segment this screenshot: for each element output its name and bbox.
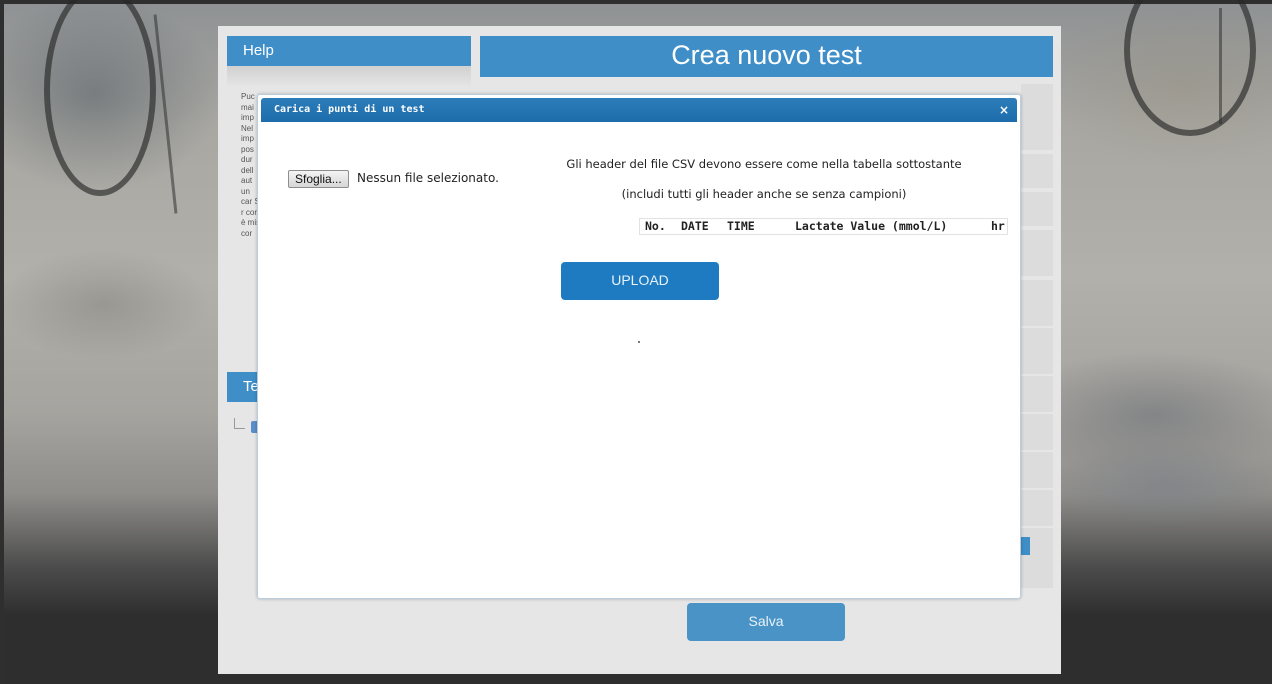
- csv-header-cell: No.: [645, 219, 666, 233]
- bicycle-frame-decoration: [153, 14, 178, 214]
- page-title: Crea nuovo test: [480, 36, 1053, 77]
- form-row: [1021, 326, 1053, 374]
- bicycle-frame-decoration: [1219, 8, 1222, 124]
- csv-header-cell: hr: [991, 219, 1005, 233]
- form-row: [1021, 228, 1053, 276]
- form-row: [1021, 374, 1053, 412]
- csv-instructions: Gli header del file CSV devono essere co…: [566, 157, 962, 171]
- csv-instructions-note: (includi tutti gli header anche se senza…: [621, 187, 907, 201]
- csv-header-table: No. DATE TIME Lactate Value (mmol/L) hr: [639, 218, 1008, 235]
- form-row: [1021, 190, 1053, 226]
- help-panel-band: [227, 66, 471, 88]
- browse-file-button[interactable]: Sfoglia...: [288, 170, 349, 188]
- table-row: No. DATE TIME Lactate Value (mmol/L) hr: [640, 219, 1008, 235]
- csv-header-cell: DATE: [681, 219, 709, 233]
- csv-header-cell: Lactate Value (mmol/L): [795, 219, 948, 233]
- dialog-title: Carica i punti di un test: [274, 104, 425, 115]
- form-row: [1021, 526, 1053, 588]
- progress-accent: [1021, 537, 1030, 555]
- loading-indicator: [638, 341, 640, 343]
- close-icon[interactable]: ×: [999, 98, 1009, 122]
- upload-button[interactable]: UPLOAD: [561, 262, 719, 300]
- csv-header-cell: TIME: [727, 219, 755, 233]
- help-panel-title: Help: [227, 36, 471, 66]
- save-button[interactable]: Salva: [687, 603, 845, 641]
- form-row: [1021, 412, 1053, 450]
- selected-file-status: Nessun file selezionato.: [357, 171, 499, 185]
- upload-dialog: Carica i punti di un test × Sfoglia... N…: [257, 94, 1021, 599]
- dialog-titlebar: Carica i punti di un test ×: [261, 98, 1017, 122]
- form-row: [1021, 450, 1053, 488]
- form-row: [1021, 82, 1053, 150]
- bicycle-wheel-decoration: [44, 0, 156, 196]
- form-row: [1021, 152, 1053, 188]
- form-row: [1021, 488, 1053, 526]
- form-row: [1021, 278, 1053, 326]
- bicycle-wheel-decoration: [1124, 0, 1256, 136]
- tree-connector: [234, 418, 245, 429]
